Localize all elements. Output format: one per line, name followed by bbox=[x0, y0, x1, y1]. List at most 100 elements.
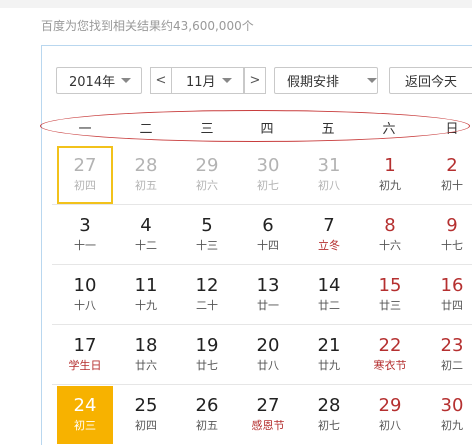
lunar-date: 初三 bbox=[74, 419, 96, 432]
calendar-day-cell[interactable]: 1 初九 bbox=[362, 146, 418, 204]
calendar-day-cell[interactable]: 31 初八 bbox=[301, 146, 357, 204]
day-number: 5 bbox=[201, 215, 213, 236]
prev-month-button[interactable]: < bbox=[150, 67, 172, 94]
chevron-down-icon bbox=[367, 78, 377, 83]
lunar-date: 初二 bbox=[441, 359, 463, 372]
lunar-date: 初七 bbox=[257, 179, 279, 192]
day-number: 26 bbox=[195, 395, 219, 416]
calendar-day-cell[interactable]: 5 十三 bbox=[179, 206, 235, 264]
calendar-day-cell[interactable]: 29 初六 bbox=[179, 146, 235, 204]
calendar-day-cell[interactable]: 28 初五 bbox=[118, 146, 174, 204]
top-bar bbox=[0, 0, 472, 8]
day-number: 8 bbox=[384, 215, 396, 236]
day-number: 23 bbox=[440, 335, 464, 356]
calendar-day-cell[interactable]: 9 十七 bbox=[424, 206, 472, 264]
lunar-date: 初四 bbox=[74, 179, 96, 192]
day-number: 6 bbox=[262, 215, 274, 236]
day-number: 11 bbox=[134, 275, 158, 296]
holiday-select[interactable]: 假期安排 bbox=[274, 67, 378, 94]
calendar-day-cell[interactable]: 3 十一 bbox=[57, 206, 113, 264]
month-select[interactable]: 11月 bbox=[171, 67, 244, 94]
back-to-today-button[interactable]: 返回今天 bbox=[389, 67, 472, 94]
lunar-date: 廿四 bbox=[441, 299, 463, 312]
lunar-date: 初十 bbox=[441, 179, 463, 192]
lunar-date: 初四 bbox=[135, 419, 157, 432]
grid-row-divider bbox=[52, 384, 472, 385]
calendar-day-cell[interactable]: 16 廿四 bbox=[424, 266, 472, 324]
lunar-date: 初八 bbox=[318, 179, 340, 192]
day-number: 27 bbox=[256, 395, 280, 416]
grid-row-divider bbox=[52, 204, 472, 205]
calendar-day-cell[interactable]: 14 廿二 bbox=[301, 266, 357, 324]
lunar-date: 廿三 bbox=[379, 299, 401, 312]
lunar-date: 学生日 bbox=[68, 359, 102, 372]
day-number: 30 bbox=[256, 155, 280, 176]
day-number: 19 bbox=[195, 335, 219, 356]
day-number: 30 bbox=[440, 395, 464, 416]
chevron-down-icon bbox=[121, 78, 132, 83]
day-number: 7 bbox=[323, 215, 335, 236]
calendar-day-cell[interactable]: 23 初二 bbox=[424, 326, 472, 384]
day-number: 4 bbox=[140, 215, 152, 236]
calendar-day-cell[interactable]: 8 十六 bbox=[362, 206, 418, 264]
lunar-date: 初九 bbox=[441, 419, 463, 432]
calendar-day-cell[interactable]: 20 廿八 bbox=[240, 326, 296, 384]
day-number: 25 bbox=[134, 395, 158, 416]
day-number: 31 bbox=[317, 155, 341, 176]
lunar-date: 寒衣节 bbox=[373, 359, 407, 372]
calendar-day-cell[interactable]: 22 寒衣节 bbox=[362, 326, 418, 384]
day-number: 15 bbox=[378, 275, 402, 296]
year-select-label: 2014年 bbox=[69, 75, 116, 90]
calendar-day-cell[interactable]: 25 初四 bbox=[118, 386, 174, 444]
month-select-label: 11月 bbox=[186, 75, 216, 90]
calendar-day-cell[interactable]: 18 廿六 bbox=[118, 326, 174, 384]
lunar-date: 十二 bbox=[135, 239, 157, 252]
calendar-day-cell[interactable]: 11 十九 bbox=[118, 266, 174, 324]
calendar-day-cell[interactable]: 13 廿一 bbox=[240, 266, 296, 324]
lunar-date: 十一 bbox=[74, 239, 96, 252]
lunar-date: 十七 bbox=[441, 239, 463, 252]
day-number: 22 bbox=[378, 335, 402, 356]
year-select[interactable]: 2014年 bbox=[56, 67, 142, 94]
lunar-date: 立冬 bbox=[318, 239, 340, 252]
calendar-day-cell[interactable]: 17 学生日 bbox=[57, 326, 113, 384]
calendar-day-cell[interactable]: 27 初四 bbox=[57, 146, 113, 204]
next-month-button[interactable]: > bbox=[244, 67, 266, 94]
calendar-day-cell[interactable]: 12 二十 bbox=[179, 266, 235, 324]
calendar-day-cell[interactable]: 30 初九 bbox=[424, 386, 472, 444]
day-number: 16 bbox=[440, 275, 464, 296]
calendar-day-cell[interactable]: 15 廿三 bbox=[362, 266, 418, 324]
day-number: 2 bbox=[446, 155, 458, 176]
calendar-day-cell[interactable]: 30 初七 bbox=[240, 146, 296, 204]
day-number: 14 bbox=[317, 275, 341, 296]
day-number: 13 bbox=[256, 275, 280, 296]
chevron-left-icon: < bbox=[155, 73, 167, 88]
lunar-date: 十六 bbox=[379, 239, 401, 252]
lunar-date: 初五 bbox=[135, 179, 157, 192]
lunar-date: 十三 bbox=[196, 239, 218, 252]
calendar-day-cell[interactable]: 28 初七 bbox=[301, 386, 357, 444]
calendar-day-cell[interactable]: 7 立冬 bbox=[301, 206, 357, 264]
chevron-down-icon bbox=[221, 78, 232, 83]
calendar-day-cell[interactable]: 21 廿九 bbox=[301, 326, 357, 384]
calendar-day-cell[interactable]: 26 初五 bbox=[179, 386, 235, 444]
day-number: 9 bbox=[446, 215, 458, 236]
lunar-date: 廿一 bbox=[257, 299, 279, 312]
calendar-day-cell[interactable]: 10 十八 bbox=[57, 266, 113, 324]
lunar-date: 廿二 bbox=[318, 299, 340, 312]
lunar-date: 感恩节 bbox=[251, 419, 285, 432]
day-number: 28 bbox=[317, 395, 341, 416]
calendar-day-cell[interactable]: 4 十二 bbox=[118, 206, 174, 264]
day-number: 20 bbox=[256, 335, 280, 356]
day-number: 29 bbox=[378, 395, 402, 416]
lunar-date: 初五 bbox=[196, 419, 218, 432]
day-number: 3 bbox=[79, 215, 91, 236]
calendar-day-cell[interactable]: 29 初八 bbox=[362, 386, 418, 444]
calendar-day-cell[interactable]: 27 感恩节 bbox=[240, 386, 296, 444]
calendar-day-cell[interactable]: 19 廿七 bbox=[179, 326, 235, 384]
day-number: 10 bbox=[73, 275, 97, 296]
calendar-day-cell[interactable]: 24 初三 bbox=[57, 386, 113, 444]
calendar-day-cell[interactable]: 2 初十 bbox=[424, 146, 472, 204]
lunar-date: 廿八 bbox=[257, 359, 279, 372]
calendar-day-cell[interactable]: 6 十四 bbox=[240, 206, 296, 264]
